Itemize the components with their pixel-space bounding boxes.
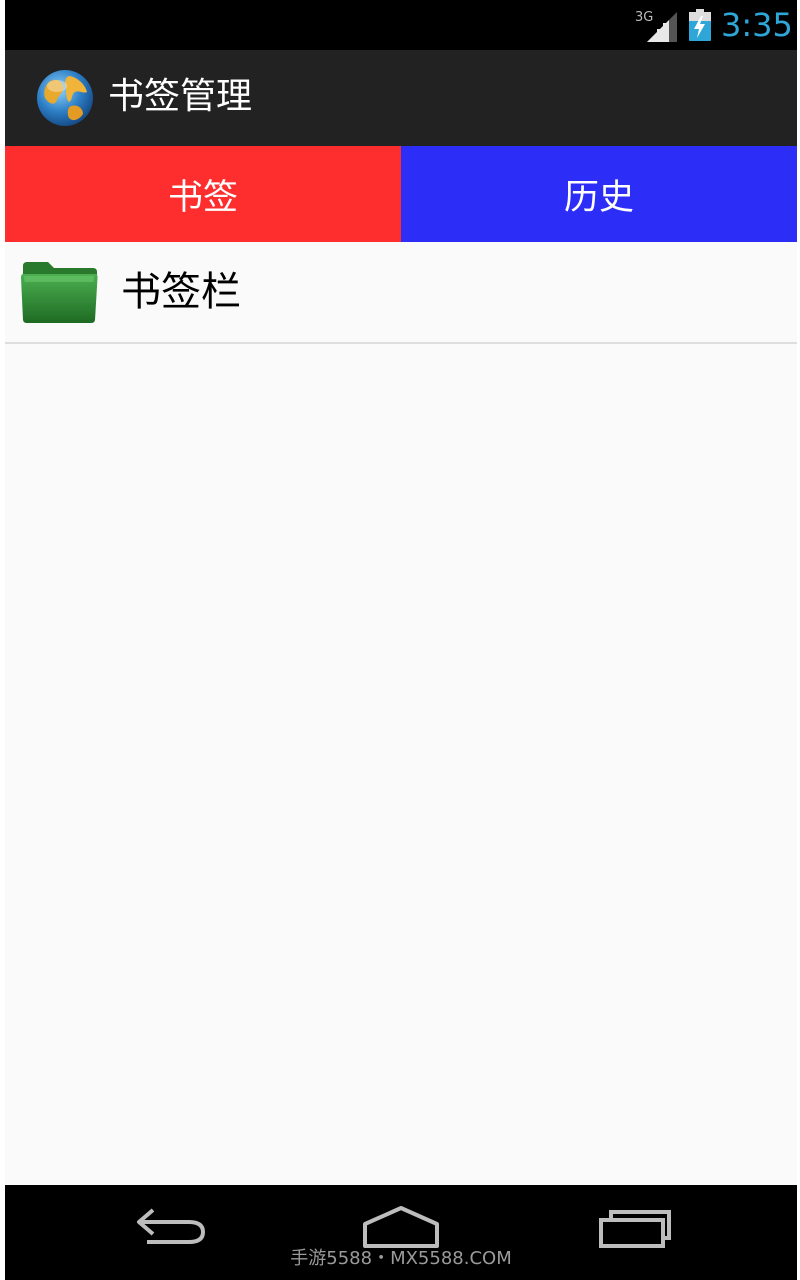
status-clock: 3:35 [721, 6, 793, 44]
recent-apps-icon[interactable] [595, 1202, 675, 1250]
list-item-label: 书签栏 [121, 269, 241, 315]
action-bar: 书签管理 [5, 50, 797, 146]
tab-history[interactable]: 历史 [401, 146, 797, 242]
globe-icon[interactable] [35, 68, 95, 128]
battery-charging-icon [689, 9, 711, 41]
watermark-text: 手游5588・MX5588.COM [290, 1248, 512, 1269]
home-icon[interactable] [361, 1202, 441, 1250]
status-bar: 3G 3:35 [5, 0, 797, 50]
phone-screen: 3G 3:35 书签管理 书签 历史 书签栏 手游5588・MX5588.COM [5, 0, 797, 1280]
signal-3g-icon: 3G [635, 10, 677, 42]
network-type-label: 3G [635, 10, 653, 25]
bookmark-list: 书签栏 [5, 242, 797, 1185]
app-title: 书签管理 [108, 76, 253, 117]
folder-icon [21, 262, 98, 323]
list-item-bookmarks-bar[interactable]: 书签栏 [5, 242, 797, 344]
navigation-bar: 手游5588・MX5588.COM [5, 1186, 797, 1280]
tab-bar: 书签 历史 [5, 146, 797, 242]
back-icon[interactable] [131, 1202, 211, 1250]
tab-bookmarks[interactable]: 书签 [5, 146, 401, 242]
